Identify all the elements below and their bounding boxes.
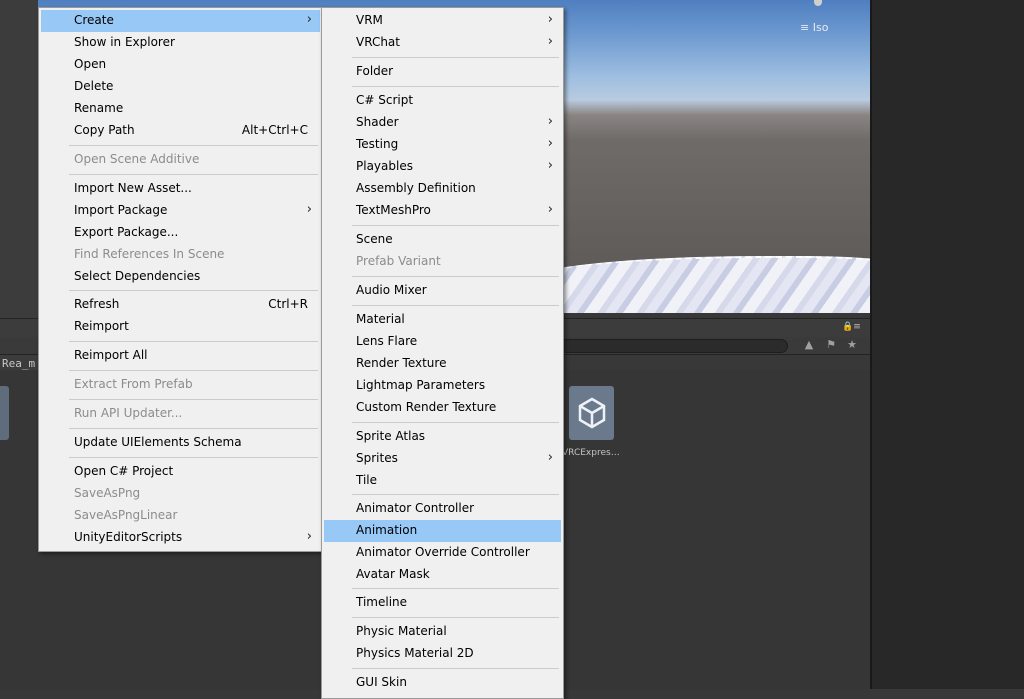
projection-toggle[interactable]: ≡ Iso	[800, 21, 828, 34]
asset-thumbnail[interactable]	[0, 386, 9, 440]
shortcut-label: Alt+Ctrl+C	[241, 123, 308, 137]
menu-separator	[352, 494, 559, 495]
chevron-right-icon: ›	[306, 202, 312, 217]
menu-item-scene[interactable]: Scene	[324, 229, 561, 251]
menu-item-copy-path[interactable]: Copy Path Alt+Ctrl+C	[41, 120, 320, 142]
menu-item-refresh[interactable]: Refresh Ctrl+R	[41, 294, 320, 316]
menu-item-lens-flare[interactable]: Lens Flare	[324, 331, 561, 353]
menu-item-textmeshpro[interactable]: TextMeshPro ›	[324, 200, 561, 222]
menu-separator	[352, 225, 559, 226]
menu-separator	[69, 457, 318, 458]
menu-item-material[interactable]: Material	[324, 309, 561, 331]
menu-item-sprites[interactable]: Sprites ›	[324, 448, 561, 470]
menu-item-timeline[interactable]: Timeline	[324, 592, 561, 614]
shortcut-label: Ctrl+R	[268, 297, 308, 311]
menu-item-audio-mixer[interactable]: Audio Mixer	[324, 280, 561, 302]
chevron-right-icon: ›	[306, 12, 312, 27]
lock-icon[interactable]: 🔒≡	[842, 322, 861, 332]
menu-separator	[69, 428, 318, 429]
menu-item-open-csharp-project[interactable]: Open C# Project	[41, 461, 320, 483]
chevron-right-icon: ›	[547, 114, 553, 129]
menu-separator	[352, 86, 559, 87]
menu-item-reimport-all[interactable]: Reimport All	[41, 345, 320, 367]
chevron-right-icon: ›	[547, 12, 553, 27]
menu-item-extract-from-prefab: Extract From Prefab	[74, 377, 193, 391]
unity-logo-icon	[578, 397, 605, 429]
menu-item-lightmap-parameters[interactable]: Lightmap Parameters	[324, 375, 561, 397]
menu-item-save-as-png-linear: SaveAsPngLinear	[74, 508, 178, 522]
menu-item-open[interactable]: Open	[41, 54, 320, 76]
menu-separator	[69, 341, 318, 342]
inspector-panel	[870, 0, 1024, 689]
menu-item-animation[interactable]: Animation	[324, 520, 561, 542]
menu-item-playables[interactable]: Playables ›	[324, 156, 561, 178]
chevron-right-icon: ›	[547, 136, 553, 151]
avatar-mesh	[526, 256, 870, 313]
menu-separator	[69, 370, 318, 371]
scene-gizmo[interactable]	[814, 0, 822, 6]
menu-separator	[69, 174, 318, 175]
menu-item-assembly-definition[interactable]: Assembly Definition	[324, 178, 561, 200]
menu-separator	[69, 145, 318, 146]
menu-item-sprite-atlas[interactable]: Sprite Atlas	[324, 426, 561, 448]
menu-item-create[interactable]: Create ›	[41, 10, 320, 32]
favorite-star-icon[interactable]: ★	[845, 338, 859, 352]
chevron-right-icon: ›	[547, 450, 553, 465]
menu-item-rename[interactable]: Rename	[41, 98, 320, 120]
menu-separator	[352, 668, 559, 669]
chevron-right-icon: ›	[547, 202, 553, 217]
menu-item-tile[interactable]: Tile	[324, 470, 561, 492]
menu-item-select-dependencies[interactable]: Select Dependencies	[41, 266, 320, 288]
menu-item-csharp-script[interactable]: C# Script	[324, 90, 561, 112]
menu-item-prefab-variant: Prefab Variant	[356, 254, 441, 268]
asset-label[interactable]: VRCExpres…	[562, 448, 642, 458]
menu-item-gui-skin[interactable]: GUI Skin	[324, 672, 561, 694]
search-input[interactable]	[560, 339, 788, 353]
create-submenu: VRM › VRChat › Folder C# Script Shader ›…	[321, 7, 564, 699]
menu-item-folder[interactable]: Folder	[324, 61, 561, 83]
filter-by-label-icon[interactable]: ⚑	[824, 338, 838, 352]
menu-item-export-package[interactable]: Export Package...	[41, 222, 320, 244]
chevron-right-icon: ›	[306, 529, 312, 544]
menu-item-update-uielements-schema[interactable]: Update UIElements Schema	[41, 432, 320, 454]
menu-item-save-as-png: SaveAsPng	[74, 486, 141, 500]
chevron-right-icon: ›	[547, 158, 553, 173]
menu-separator	[352, 422, 559, 423]
menu-item-render-texture[interactable]: Render Texture	[324, 353, 561, 375]
menu-item-delete[interactable]: Delete	[41, 76, 320, 98]
menu-item-animator-override-controller[interactable]: Animator Override Controller	[324, 542, 561, 564]
chevron-right-icon: ›	[547, 34, 553, 49]
menu-item-animator-controller[interactable]: Animator Controller	[324, 498, 561, 520]
menu-item-unity-editor-scripts[interactable]: UnityEditorScripts ›	[41, 527, 320, 549]
menu-item-reimport[interactable]: Reimport	[41, 316, 320, 338]
menu-item-run-api-updater: Run API Updater...	[74, 406, 183, 420]
menu-separator	[69, 399, 318, 400]
filter-by-type-icon[interactable]: ▲	[802, 338, 816, 352]
asset-thumbnail[interactable]	[569, 386, 614, 440]
menu-item-custom-render-texture[interactable]: Custom Render Texture	[324, 397, 561, 419]
menu-item-testing[interactable]: Testing ›	[324, 134, 561, 156]
menu-separator	[352, 305, 559, 306]
menu-separator	[352, 617, 559, 618]
menu-item-vrchat[interactable]: VRChat ›	[324, 32, 561, 54]
menu-item-physics-material-2d[interactable]: Physics Material 2D	[324, 643, 561, 665]
menu-item-open-scene-additive: Open Scene Additive	[74, 152, 200, 166]
menu-item-show-in-explorer[interactable]: Show in Explorer	[41, 32, 320, 54]
context-menu: Create › Show in Explorer Open Delete Re…	[38, 7, 323, 552]
menu-item-vrm[interactable]: VRM ›	[324, 10, 561, 32]
projection-label: Iso	[812, 21, 829, 34]
breadcrumb[interactable]: Rea_m	[2, 357, 35, 370]
menu-separator	[352, 276, 559, 277]
menu-item-find-references: Find References In Scene	[74, 247, 225, 261]
menu-separator	[352, 588, 559, 589]
menu-item-shader[interactable]: Shader ›	[324, 112, 561, 134]
menu-item-avatar-mask[interactable]: Avatar Mask	[324, 564, 561, 586]
menu-item-physic-material[interactable]: Physic Material	[324, 621, 561, 643]
menu-item-import-new-asset[interactable]: Import New Asset...	[41, 178, 320, 200]
menu-item-import-package[interactable]: Import Package ›	[41, 200, 320, 222]
menu-separator	[352, 57, 559, 58]
menu-lines-icon: ≡	[800, 21, 810, 34]
menu-separator	[69, 290, 318, 291]
